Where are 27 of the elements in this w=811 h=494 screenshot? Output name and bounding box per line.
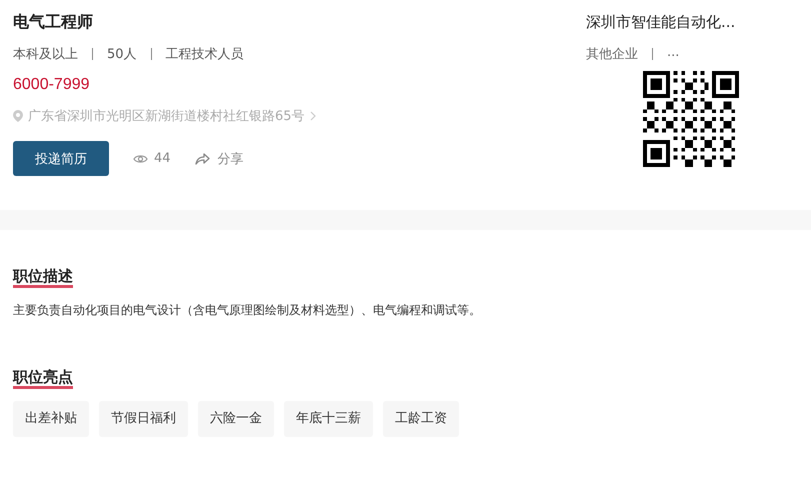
job-title: 电气工程师 (13, 11, 94, 33)
share-button[interactable]: 分享 (194, 150, 244, 168)
job-meta: 本科及以上 (13, 46, 78, 63)
company-meta: 其他企业 (586, 46, 638, 63)
job-description: 主要负责自动化项目的电气设计（含电气原理图绘制及材料选型）、电气编程和调试等。 (13, 302, 482, 319)
section-heading: 职位亮点 (13, 369, 73, 389)
benefit-tag: 出差补贴 (13, 401, 89, 437)
location-pin-icon (13, 110, 23, 122)
chevron-right-icon[interactable] (310, 111, 316, 121)
apply-button[interactable]: 投递简历 (13, 141, 109, 176)
company-meta: ... (667, 45, 680, 62)
section-heading: 职位描述 (13, 268, 73, 288)
benefit-tag: 工龄工资 (383, 401, 459, 437)
eye-icon (133, 154, 148, 164)
qr-code-icon (643, 71, 739, 167)
job-meta: 50人 (107, 46, 137, 63)
salary: 6000-7999 (13, 76, 91, 94)
view-count: 44 (154, 151, 171, 166)
share-arrow-icon (194, 152, 210, 165)
job-meta: 工程技术人员 (166, 46, 244, 63)
separator (150, 48, 152, 60)
benefit-tag: 节假日福利 (99, 401, 188, 437)
separator (92, 48, 93, 60)
separator (652, 48, 653, 60)
company-name[interactable]: 深圳市智佳能自动化... (586, 11, 811, 33)
benefit-tag: 年底十三薪 (284, 401, 373, 437)
benefit-tag: 六险一金 (198, 401, 274, 437)
